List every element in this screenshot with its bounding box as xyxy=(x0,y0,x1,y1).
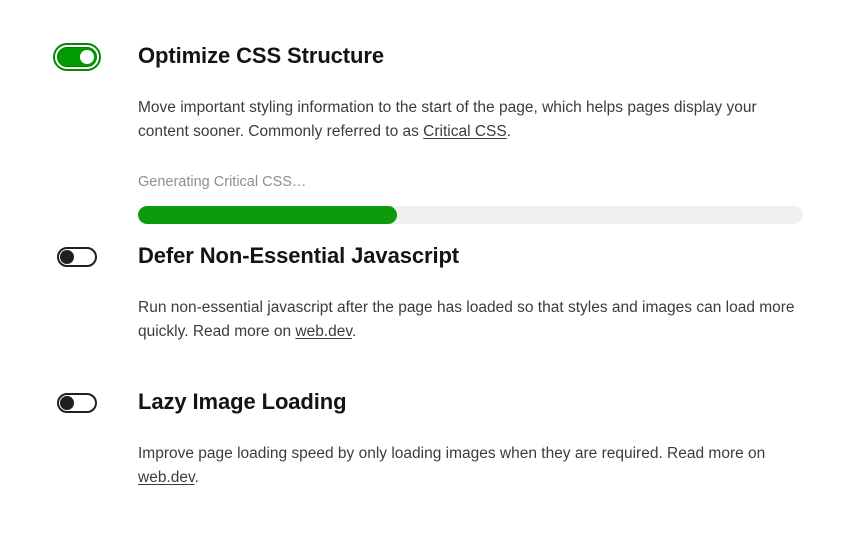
setting-description-defer-non-essential-javascript: Run non-essential javascript after the p… xyxy=(138,296,803,344)
setting-title-defer-non-essential-javascript: Defer Non-Essential Javascript xyxy=(138,243,460,268)
lazy-image-loading-toggle[interactable] xyxy=(53,389,101,417)
defer-non-essential-javascript-toggle[interactable] xyxy=(53,243,101,271)
toggle-knob xyxy=(80,50,94,64)
setting-row-defer-non-essential-javascript: Defer Non-Essential Javascript Run non-e… xyxy=(0,243,867,344)
toggle-knob xyxy=(60,250,74,264)
critical-css-progress-bar xyxy=(138,206,803,224)
toggle-knob xyxy=(60,396,74,410)
web-dev-link[interactable]: web.dev xyxy=(295,323,352,340)
description-text-part-1: Improve page loading speed by only loadi… xyxy=(138,445,766,462)
setting-description-lazy-image-loading: Improve page loading speed by only loadi… xyxy=(138,442,778,490)
setting-row-lazy-image-loading: Lazy Image Loading Improve page loading … xyxy=(0,389,867,490)
critical-css-progress-fill xyxy=(138,206,398,224)
setting-title-lazy-image-loading: Lazy Image Loading xyxy=(138,389,347,414)
critical-css-progress-status: Generating Critical CSS… xyxy=(138,174,307,190)
optimize-css-structure-toggle[interactable] xyxy=(53,43,101,71)
description-text-part-2: . xyxy=(351,323,357,340)
setting-description-optimize-css-structure: Move important styling information to th… xyxy=(138,96,803,144)
description-text-part-2: . xyxy=(506,123,512,140)
description-text-part-2: . xyxy=(194,469,199,486)
web-dev-link[interactable]: web.dev xyxy=(138,469,195,486)
setting-title-optimize-css-structure: Optimize CSS Structure xyxy=(138,43,384,68)
setting-row-optimize-css-structure: Optimize CSS Structure Move important st… xyxy=(0,43,867,224)
description-text-part-1: Run non-essential javascript after the p… xyxy=(138,299,795,340)
critical-css-link[interactable]: Critical CSS xyxy=(423,123,507,140)
